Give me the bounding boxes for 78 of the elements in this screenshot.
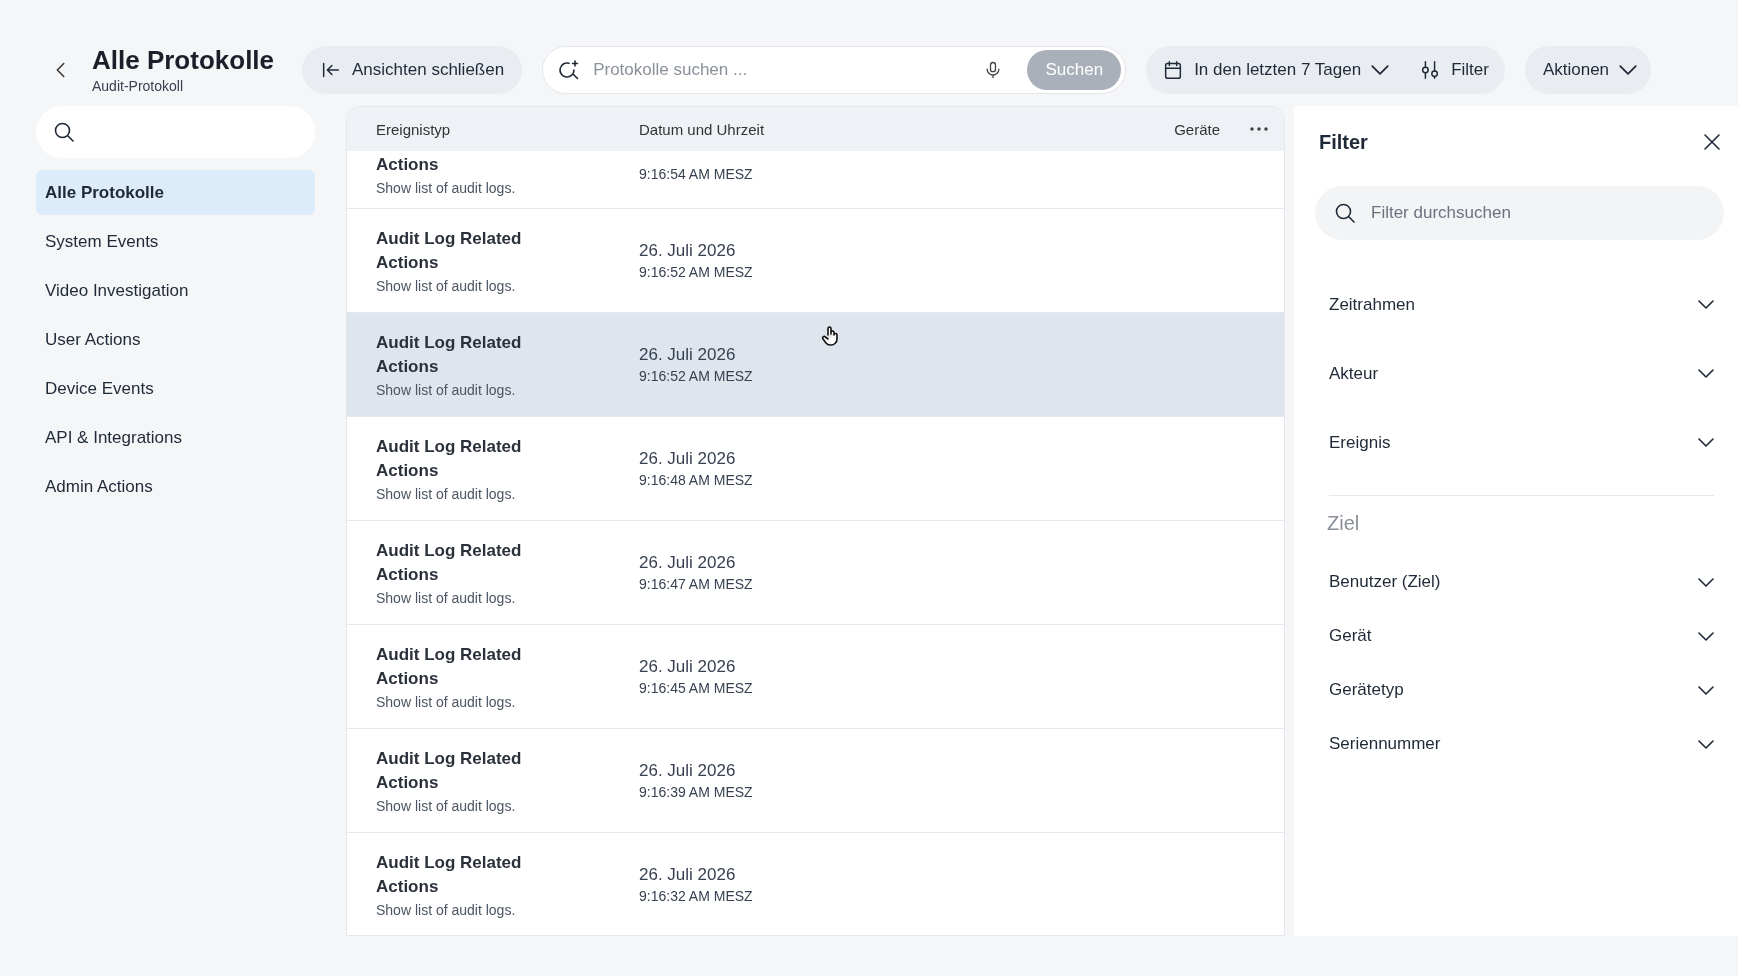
chevron-down-icon	[1698, 300, 1714, 309]
event-type: Audit Log Related Actions	[376, 852, 523, 898]
event-time: 9:16:48 AM MESZ	[639, 472, 753, 488]
event-description: Show list of audit logs.	[376, 798, 517, 814]
sidebar-item[interactable]: Alle Protokolle	[36, 170, 315, 215]
event-time: 9:16:47 AM MESZ	[639, 576, 753, 592]
event-description: Show list of audit logs.	[376, 180, 517, 196]
chevron-down-icon	[1698, 577, 1714, 587]
filter-group[interactable]: Seriennummer	[1319, 717, 1724, 771]
chevron-down-icon	[1698, 631, 1714, 641]
page-title: Alle Protokolle	[92, 45, 276, 76]
chevron-down-icon	[1371, 64, 1390, 75]
event-time: 9:16:32 AM MESZ	[639, 888, 753, 904]
filter-group[interactable]: Gerätetyp	[1319, 663, 1724, 717]
filter-group[interactable]: Akteur	[1319, 339, 1724, 408]
date-range-dropdown[interactable]: In den letzten 7 Tagen	[1162, 45, 1390, 94]
event-time: 9:16:45 AM MESZ	[639, 680, 753, 696]
column-header[interactable]: Geräte	[1174, 120, 1220, 138]
event-type: Audit Log Related Actions	[376, 332, 523, 378]
sidebar-item[interactable]: Admin Actions	[36, 464, 315, 509]
table-row[interactable]: Audit Log Related Actions Show list of audit logs. 26. Juli 2026 9:16:45 AM MESZ	[347, 625, 1284, 729]
event-date: 26. Juli 2026	[639, 345, 737, 365]
sidebar-item[interactable]: Device Events	[36, 366, 315, 411]
event-description: Show list of audit logs.	[376, 486, 517, 502]
sidebar-item[interactable]: User Actions	[36, 317, 315, 362]
table-row[interactable]: Audit Log Related Actions Show list of audit logs. 26. Juli 2026 9:16:32 AM MESZ	[347, 833, 1284, 935]
sidebar-item[interactable]: System Events	[36, 219, 315, 264]
table-row[interactable]: Actions Show list of audit logs. 9:16:54 AM MESZ	[347, 151, 1284, 209]
chevron-down-icon	[1698, 438, 1714, 447]
actions-dropdown[interactable]: Aktionen	[1524, 45, 1652, 94]
event-type: Audit Log Related Actions	[376, 436, 523, 482]
column-header[interactable]: Ereignistyp	[376, 120, 639, 138]
page-subtitle: Audit-Protokoll	[92, 78, 185, 94]
event-type: Audit Log Related Actions	[376, 540, 523, 586]
sidebar-search-field[interactable]	[36, 106, 315, 158]
table-row[interactable]: Audit Log Related Actions Show list of audit logs. 26. Juli 2026 9:16:39 AM MESZ	[347, 729, 1284, 833]
event-date: 26. Juli 2026	[639, 241, 737, 261]
filter-group[interactable]: Zeitrahmen	[1319, 270, 1724, 339]
section-heading: Ziel	[1326, 512, 1361, 535]
event-description: Show list of audit logs.	[376, 278, 517, 294]
sidebar-item[interactable]: Video Investigation	[36, 268, 315, 313]
chevron-down-icon	[1698, 739, 1714, 749]
panel-title: Filter	[1319, 130, 1368, 154]
filter-search-field[interactable]: Filter durchsuchen	[1315, 186, 1724, 240]
search-icon	[52, 120, 76, 144]
filter-group[interactable]: Ereignis	[1319, 408, 1724, 477]
filter-button[interactable]: Filter	[1419, 45, 1489, 94]
event-description: Show list of audit logs.	[376, 590, 517, 606]
event-time: 9:16:54 AM MESZ	[639, 166, 753, 182]
event-type: Audit Log Related Actions	[376, 644, 523, 690]
table-row[interactable]: Audit Log Related Actions Show list of audit logs. 26. Juli 2026 9:16:48 AM MESZ	[347, 417, 1284, 521]
chevron-down-icon	[1619, 64, 1638, 75]
filter-group[interactable]: Benutzer (Ziel)	[1319, 555, 1724, 609]
sidebar-item[interactable]: API & Integrations	[36, 415, 315, 460]
event-type: Audit Log Related Actions	[376, 228, 523, 274]
event-type: Actions	[376, 154, 440, 176]
event-type: Audit Log Related Actions	[376, 748, 523, 794]
close-views-button[interactable]: Ansichten schließen	[302, 45, 523, 94]
event-description: Show list of audit logs.	[376, 902, 517, 918]
table-row[interactable]: Audit Log Related Actions Show list of audit logs. 26. Juli 2026 9:16:52 AM MESZ	[347, 313, 1284, 417]
chevron-down-icon	[1698, 369, 1714, 378]
event-date: 26. Juli 2026	[639, 553, 737, 573]
event-date: 26. Juli 2026	[639, 657, 737, 677]
column-header[interactable]: Datum und Uhrzeit	[639, 120, 1175, 138]
filter-group[interactable]: Gerät	[1319, 609, 1724, 663]
event-description: Show list of audit logs.	[376, 382, 517, 398]
chevron-down-icon	[1698, 685, 1714, 695]
event-time: 9:16:52 AM MESZ	[639, 368, 753, 384]
event-time: 9:16:39 AM MESZ	[639, 784, 753, 800]
event-date: 26. Juli 2026	[639, 761, 737, 781]
table-row[interactable]: Audit Log Related Actions Show list of audit logs. 26. Juli 2026 9:16:47 AM MESZ	[347, 521, 1284, 625]
event-time: 9:16:52 AM MESZ	[639, 264, 753, 280]
event-date: 26. Juli 2026	[639, 865, 737, 885]
event-description: Show list of audit logs.	[376, 694, 517, 710]
search-icon	[1333, 201, 1357, 225]
event-date: 26. Juli 2026	[639, 449, 737, 469]
more-icon	[1250, 127, 1268, 131]
more-button[interactable]	[1250, 127, 1268, 131]
